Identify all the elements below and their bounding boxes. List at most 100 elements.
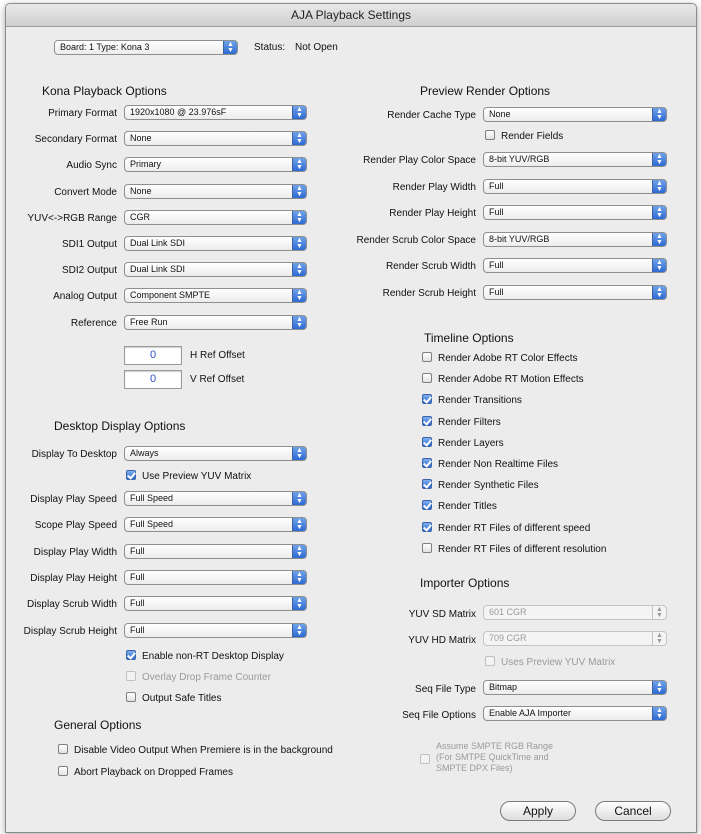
render-scrub-height-select[interactable]: Full ▲ ▼ [483,285,667,300]
up-down-arrows-icon: ▲ ▼ [652,606,666,619]
apply-button[interactable]: Apply [500,801,576,821]
preview-section-title: Preview Render Options [420,84,551,98]
up-down-arrows-icon: ▲ ▼ [292,544,306,558]
yuv-rgb-range-select[interactable]: CGR ▲ ▼ [124,209,307,225]
yuv-hd-matrix-select[interactable]: 709 CGR ▲ ▼ [483,631,667,646]
checkmark-icon [422,415,432,426]
board-select[interactable]: Board: 1 Type: Kona 3 ▲ ▼ [54,40,238,55]
checkmark-icon [422,500,432,511]
h-ref-offset-field[interactable]: 0 [124,346,182,365]
display-scrub-height-select[interactable]: Full ▲ ▼ [124,622,307,638]
up-down-arrows-icon: ▲ ▼ [652,179,666,193]
display-play-speed-select[interactable]: Full Speed ▲ ▼ [124,491,307,506]
render-scrub-height-label: Render Scrub Height [382,288,476,299]
render-adobe-rt-color-effects-checkbox[interactable]: Render Adobe RT Color Effects [422,352,578,365]
render-rt-files-of-different-speed-checkbox[interactable]: Render RT Files of different speed [422,521,590,535]
render-play-width-label: Render Play Width [392,181,476,193]
render-cache-type-select[interactable]: None ▲ ▼ [483,107,667,122]
h-ref-offset-label: H Ref Offset [190,350,245,361]
sdi1-output-select[interactable]: Dual Link SDI ▲ ▼ [124,236,307,251]
primary-format-select[interactable]: 1920x1080 @ 23.976sF ▲ ▼ [124,105,307,120]
importer-section-title: Importer Options [420,576,510,590]
display-play-width-select[interactable]: Full ▲ ▼ [124,543,307,559]
render-transitions-checkbox[interactable]: Render Transitions [422,394,522,407]
scope-play-speed-label: Scope Play Speed [34,520,117,532]
convert-mode-select[interactable]: None ▲ ▼ [124,183,307,199]
up-down-arrows-icon: ▲ ▼ [292,623,306,637]
render-play-height-select[interactable]: Full ▲ ▼ [483,205,667,221]
disable-video-output-when-premiere-is-in-the-background-checkbox[interactable]: Disable Video Output When Premiere is in… [58,744,333,757]
display-scrub-width-label: Display Scrub Width [26,599,117,611]
render-scrub-width-select[interactable]: Full ▲ ▼ [483,258,667,274]
seq-file-type-label: Seq File Type [415,684,476,695]
v-ref-offset-label: V Ref Offset [190,374,245,385]
up-down-arrows-icon: ▲ ▼ [652,681,666,694]
settings-window: AJA Playback Settings Board: 1 Type: Kon… [5,3,697,833]
render-synthetic-files-checkbox[interactable]: Render Synthetic Files [422,479,539,492]
render-layers-checkbox[interactable]: Render Layers [422,436,504,450]
render-play-color-space-select[interactable]: 8-bit YUV/RGB ▲ ▼ [483,152,667,167]
abort-playback-on-dropped-frames-checkbox[interactable]: Abort Playback on Dropped Frames [58,766,233,779]
sdi1-output-label: SDI1 Output [61,239,117,250]
yuv-hd-matrix-label: YUV HD Matrix [408,635,476,646]
up-down-arrows-icon: ▲ ▼ [292,492,306,505]
yuv-sd-matrix-select[interactable]: 601 CGR ▲ ▼ [483,605,667,620]
desktop-section-title: Desktop Display Options [54,419,186,433]
render-play-width-select[interactable]: Full ▲ ▼ [483,178,667,194]
up-down-arrows-icon: ▲ ▼ [652,206,666,220]
overlay-drop-frame-counter-checkbox[interactable]: Overlay Drop Frame Counter [126,671,271,684]
up-down-arrows-icon: ▲ ▼ [292,597,306,611]
audio-sync-select[interactable]: Primary ▲ ▼ [124,157,307,173]
seq-file-options-select[interactable]: Enable AJA Importer ▲ ▼ [483,706,667,721]
assume-smpte-label: Assume SMPTE RGB Range (For SMTPE QuickT… [436,741,554,773]
v-ref-offset-field[interactable]: 0 [124,370,182,389]
up-down-arrows-icon: ▲ ▼ [292,106,306,119]
up-down-arrows-icon: ▲ ▼ [292,289,306,303]
display-to-desktop-select[interactable]: Always ▲ ▼ [124,446,307,461]
secondary-format-select[interactable]: None ▲ ▼ [124,131,307,147]
render-play-height-label: Render Play Height [389,208,476,220]
display-play-speed-label: Display Play Speed [30,494,117,505]
checkmark-icon [422,436,432,447]
scope-play-speed-select[interactable]: Full Speed ▲ ▼ [124,517,307,533]
status-value: Not Open [295,42,338,53]
uses-preview-yuv-checkbox[interactable]: Uses Preview YUV Matrix [485,656,615,669]
up-down-arrows-icon: ▲ ▼ [292,158,306,172]
render-scrub-width-label: Render Scrub Width [385,261,476,273]
up-down-arrows-icon: ▲ ▼ [292,263,306,277]
render-adobe-rt-motion-effects-checkbox[interactable]: Render Adobe RT Motion Effects [422,373,584,386]
up-down-arrows-icon: ▲ ▼ [292,210,306,224]
reference-label: Reference [70,317,117,329]
enable-non-rt-desktop-display-checkbox[interactable]: Enable non-RT Desktop Display [126,650,284,663]
sdi2-output-select[interactable]: Dual Link SDI ▲ ▼ [124,262,307,278]
up-down-arrows-icon: ▲ ▼ [652,153,666,166]
display-play-height-select[interactable]: Full ▲ ▼ [124,569,307,585]
window-title: AJA Playback Settings [6,4,696,27]
up-down-arrows-icon: ▲ ▼ [292,570,306,584]
cancel-button[interactable]: Cancel [595,801,671,821]
reference-select[interactable]: Free Run ▲ ▼ [124,314,307,330]
up-down-arrows-icon: ▲ ▼ [652,632,666,645]
analog-output-select[interactable]: Component SMPTE ▲ ▼ [124,288,307,304]
primary-format-label: Primary Format [48,108,117,119]
checkmark-icon [422,479,432,490]
display-scrub-width-select[interactable]: Full ▲ ▼ [124,596,307,612]
checkmark-icon [126,470,136,480]
seq-file-type-select[interactable]: Bitmap ▲ ▼ [483,680,667,695]
up-down-arrows-icon: ▲ ▼ [652,286,666,299]
render-fields-checkbox[interactable]: Render Fields [485,130,563,143]
output-safe-titles-checkbox[interactable]: Output Safe Titles [126,692,222,705]
render-titles-checkbox[interactable]: Render Titles [422,500,497,513]
up-down-arrows-icon: ▲ ▼ [292,237,306,250]
general-section-title: General Options [54,718,142,732]
assume-smpte-checkbox[interactable] [420,754,430,764]
render-rt-files-of-different-resolution-checkbox[interactable]: Render RT Files of different resolution [422,542,606,556]
use-preview-yuv-checkbox[interactable]: Use Preview YUV Matrix [126,470,251,483]
checkmark-icon [126,650,136,660]
up-down-arrows-icon: ▲ ▼ [292,447,306,460]
render-scrub-color-space-select[interactable]: 8-bit YUV/RGB ▲ ▼ [483,231,667,247]
render-non-realtime-files-checkbox[interactable]: Render Non Realtime Files [422,458,558,471]
up-down-arrows-icon: ▲ ▼ [292,518,306,532]
render-filters-checkbox[interactable]: Render Filters [422,415,501,429]
checkmark-icon [422,521,432,532]
